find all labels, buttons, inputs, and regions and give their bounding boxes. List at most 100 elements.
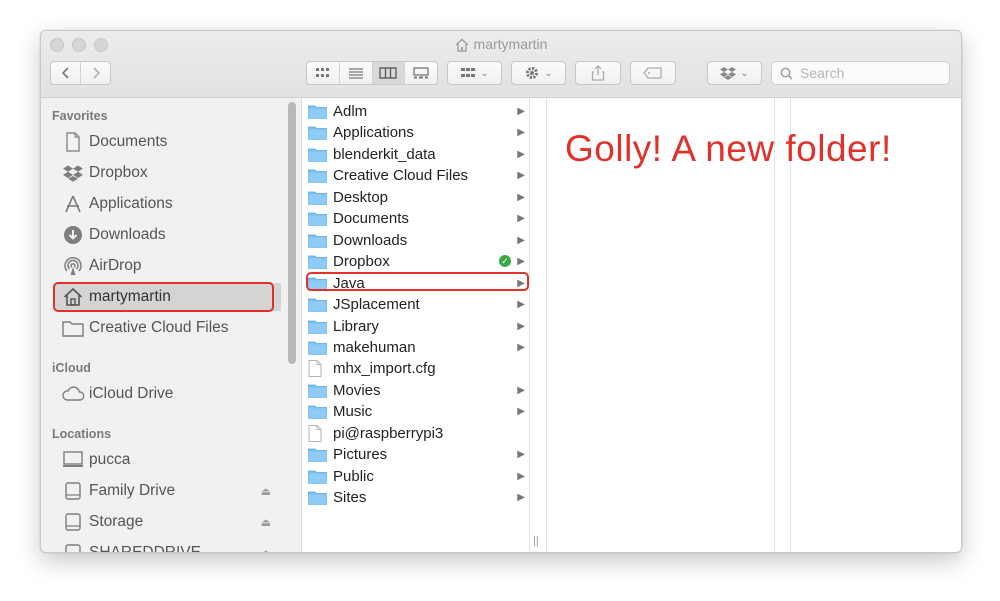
disclosure-arrow-icon: ▶	[517, 341, 525, 353]
file-row-movies[interactable]: Movies ▶	[302, 380, 529, 401]
sidebar-item-label: Family Drive	[89, 482, 176, 499]
folder-icon	[308, 468, 328, 484]
dropbox-control: ⌄	[708, 62, 761, 84]
list-view-button[interactable]	[340, 62, 373, 84]
disclosure-arrow-icon: ▶	[517, 106, 525, 117]
sidebar-item-family-drive[interactable]: Family Drive ⏏	[55, 477, 281, 505]
file-row-label: Sites	[333, 489, 367, 507]
file-row-dropbox[interactable]: Dropbox ✓ ▶	[302, 251, 529, 272]
folder-icon	[308, 211, 328, 227]
sidebar-item-label: Storage	[89, 513, 144, 530]
sidebar-item-storage[interactable]: Storage ⏏	[55, 508, 281, 536]
finder-window: martymartin ⌄ ⌄ ⌄ Search Favorites Docum…	[40, 30, 962, 553]
file-row-mhx-import-cfg[interactable]: mhx_import.cfg	[302, 358, 529, 379]
group-by-control: ⌄	[448, 62, 501, 84]
dropbox-icon	[61, 162, 85, 184]
sync-check-icon: ✓	[499, 255, 511, 268]
file-row-makehuman[interactable]: makehuman ▶	[302, 337, 529, 358]
annotation-text: Golly! A new folder!	[565, 128, 892, 169]
action-button[interactable]: ⌄	[511, 61, 566, 85]
file-row-label: Desktop	[333, 188, 389, 206]
sidebar-item-creative-cloud-files[interactable]: Creative Cloud Files	[55, 314, 281, 342]
sidebar-item-martymartin[interactable]: martymartin	[55, 283, 281, 311]
file-row-java[interactable]: Java ▶	[302, 273, 529, 294]
sidebar-item-icloud-drive[interactable]: iCloud Drive	[55, 380, 281, 408]
file-row-pictures[interactable]: Pictures ▶	[302, 444, 529, 465]
search-input[interactable]	[798, 64, 942, 82]
sidebar-item-documents[interactable]: Documents	[55, 128, 281, 156]
sidebar-item-label: SHAREDDRIVE	[89, 544, 201, 552]
file-row-label: blenderkit_data	[333, 145, 436, 163]
gallery-view-icon	[413, 67, 429, 79]
back-button[interactable]	[51, 62, 81, 84]
file-row-jsplacement[interactable]: JSplacement ▶	[302, 294, 529, 315]
search-field[interactable]	[771, 61, 950, 85]
eject-icon[interactable]: ⏏	[261, 547, 271, 553]
file-row-pi-raspberrypi3[interactable]: pi@raspberrypi3	[302, 423, 529, 444]
chevron-right-icon	[92, 67, 100, 79]
file-row-label: JSplacement	[333, 296, 420, 314]
eject-icon[interactable]: ⏏	[261, 516, 271, 529]
file-row-sites[interactable]: Sites ▶	[302, 487, 529, 508]
sidebar-item-label: iCloud Drive	[89, 385, 174, 402]
eject-icon[interactable]: ⏏	[261, 485, 271, 498]
column-view-button[interactable]	[372, 62, 406, 84]
chevron-down-icon: ⌄	[544, 67, 553, 79]
sidebar-item-applications[interactable]: Applications	[55, 190, 281, 218]
sidebar-item-dropbox[interactable]: Dropbox	[55, 159, 281, 187]
sidebar-item-downloads[interactable]: Downloads	[55, 221, 281, 249]
sidebar-item-shareddrive[interactable]: SHAREDDRIVE ⏏	[55, 539, 281, 552]
group-by-button[interactable]: ⌄	[447, 61, 502, 85]
folder-icon	[308, 318, 328, 334]
folder-icon	[308, 146, 328, 162]
file-row-downloads[interactable]: Downloads ▶	[302, 230, 529, 251]
sidebar-item-airdrop[interactable]: AirDrop	[55, 252, 281, 280]
file-row-label: Java	[333, 274, 365, 292]
share-button[interactable]	[575, 61, 621, 85]
file-row-creative-cloud-files[interactable]: Creative Cloud Files ▶	[302, 165, 529, 186]
drive-icon	[61, 480, 85, 502]
sidebar-item-label: pucca	[89, 451, 131, 468]
file-row-label: Library	[333, 317, 379, 335]
folder-icon	[61, 317, 85, 339]
dropbox-toolbar-button[interactable]: ⌄	[707, 61, 762, 85]
file-row-documents[interactable]: Documents ▶	[302, 208, 529, 229]
disclosure-arrow-icon: ▶	[517, 320, 525, 332]
file-row-library[interactable]: Library ▶	[302, 316, 529, 337]
file-row-label: makehuman	[333, 338, 416, 356]
sidebar-scrollbar[interactable]	[288, 102, 296, 364]
window-title: martymartin	[41, 36, 961, 55]
file-row-applications[interactable]: Applications ▶	[302, 122, 529, 143]
download-icon	[61, 224, 85, 246]
sidebar-item-label: Creative Cloud Files	[89, 319, 229, 336]
file-row-blenderkit-data[interactable]: blenderkit_data ▶	[302, 144, 529, 165]
file-row-label: Movies	[333, 381, 381, 399]
sidebar-item-pucca[interactable]: pucca	[55, 446, 281, 474]
nav-buttons	[50, 61, 111, 85]
disclosure-arrow-icon: ▶	[517, 492, 525, 504]
file-row-desktop[interactable]: Desktop ▶	[302, 187, 529, 208]
disclosure-arrow-icon: ▶	[517, 213, 525, 225]
file-icon	[308, 424, 328, 442]
applications-icon	[61, 193, 85, 215]
file-row-music[interactable]: Music ▶	[302, 401, 529, 422]
column-resize-handle[interactable]: ||	[533, 535, 539, 547]
file-row-label: Dropbox	[333, 253, 390, 271]
tag-icon	[643, 67, 662, 79]
sidebar-item-label: AirDrop	[89, 257, 142, 274]
drive-icon	[61, 542, 85, 552]
sidebar-item-label: Documents	[89, 133, 168, 150]
gear-icon	[526, 67, 539, 79]
file-row-label: Music	[333, 403, 373, 421]
icon-view-button[interactable]	[307, 62, 340, 84]
tags-button[interactable]	[630, 61, 676, 85]
computer-icon	[61, 449, 85, 471]
file-row-adlm[interactable]: Adlm ▶	[302, 101, 529, 122]
gallery-view-button[interactable]	[405, 62, 437, 84]
file-row-public[interactable]: Public ▶	[302, 466, 529, 487]
folder-icon	[308, 297, 328, 313]
folder-icon	[308, 232, 328, 248]
folder-icon	[308, 382, 328, 398]
forward-button[interactable]	[81, 62, 110, 84]
home-icon	[455, 38, 469, 55]
